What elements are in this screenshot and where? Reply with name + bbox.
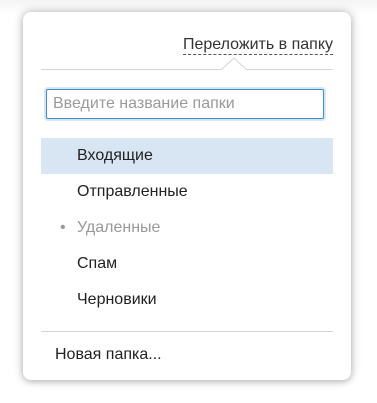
folder-item-drafts[interactable]: Черновики xyxy=(41,282,333,318)
current-folder-bullet-icon: • xyxy=(60,219,66,236)
folder-list: Входящие Отправленные • Удаленные Спам Ч… xyxy=(41,138,333,318)
folder-search-input[interactable] xyxy=(46,89,324,119)
screen: Переложить в папку Входящие Отправленные… xyxy=(0,0,377,403)
folder-item-label: Удаленные xyxy=(77,219,161,236)
folder-item-label: Входящие xyxy=(77,147,153,164)
folder-item-label: Черновики xyxy=(77,291,157,308)
folder-item-label: Спам xyxy=(77,255,118,272)
header-divider xyxy=(41,69,333,70)
folder-item-sent[interactable]: Отправленные xyxy=(41,174,333,210)
popup-pointer-icon xyxy=(220,57,248,72)
footer-divider xyxy=(41,331,333,332)
folder-item-label: Отправленные xyxy=(77,183,188,200)
new-folder-link[interactable]: Новая папка... xyxy=(55,344,162,366)
move-to-folder-popup: Переложить в папку Входящие Отправленные… xyxy=(23,12,351,380)
move-to-folder-link[interactable]: Переложить в папку xyxy=(183,36,333,55)
folder-item-inbox[interactable]: Входящие xyxy=(41,138,333,174)
folder-item-deleted: • Удаленные xyxy=(41,210,333,246)
folder-item-spam[interactable]: Спам xyxy=(41,246,333,282)
